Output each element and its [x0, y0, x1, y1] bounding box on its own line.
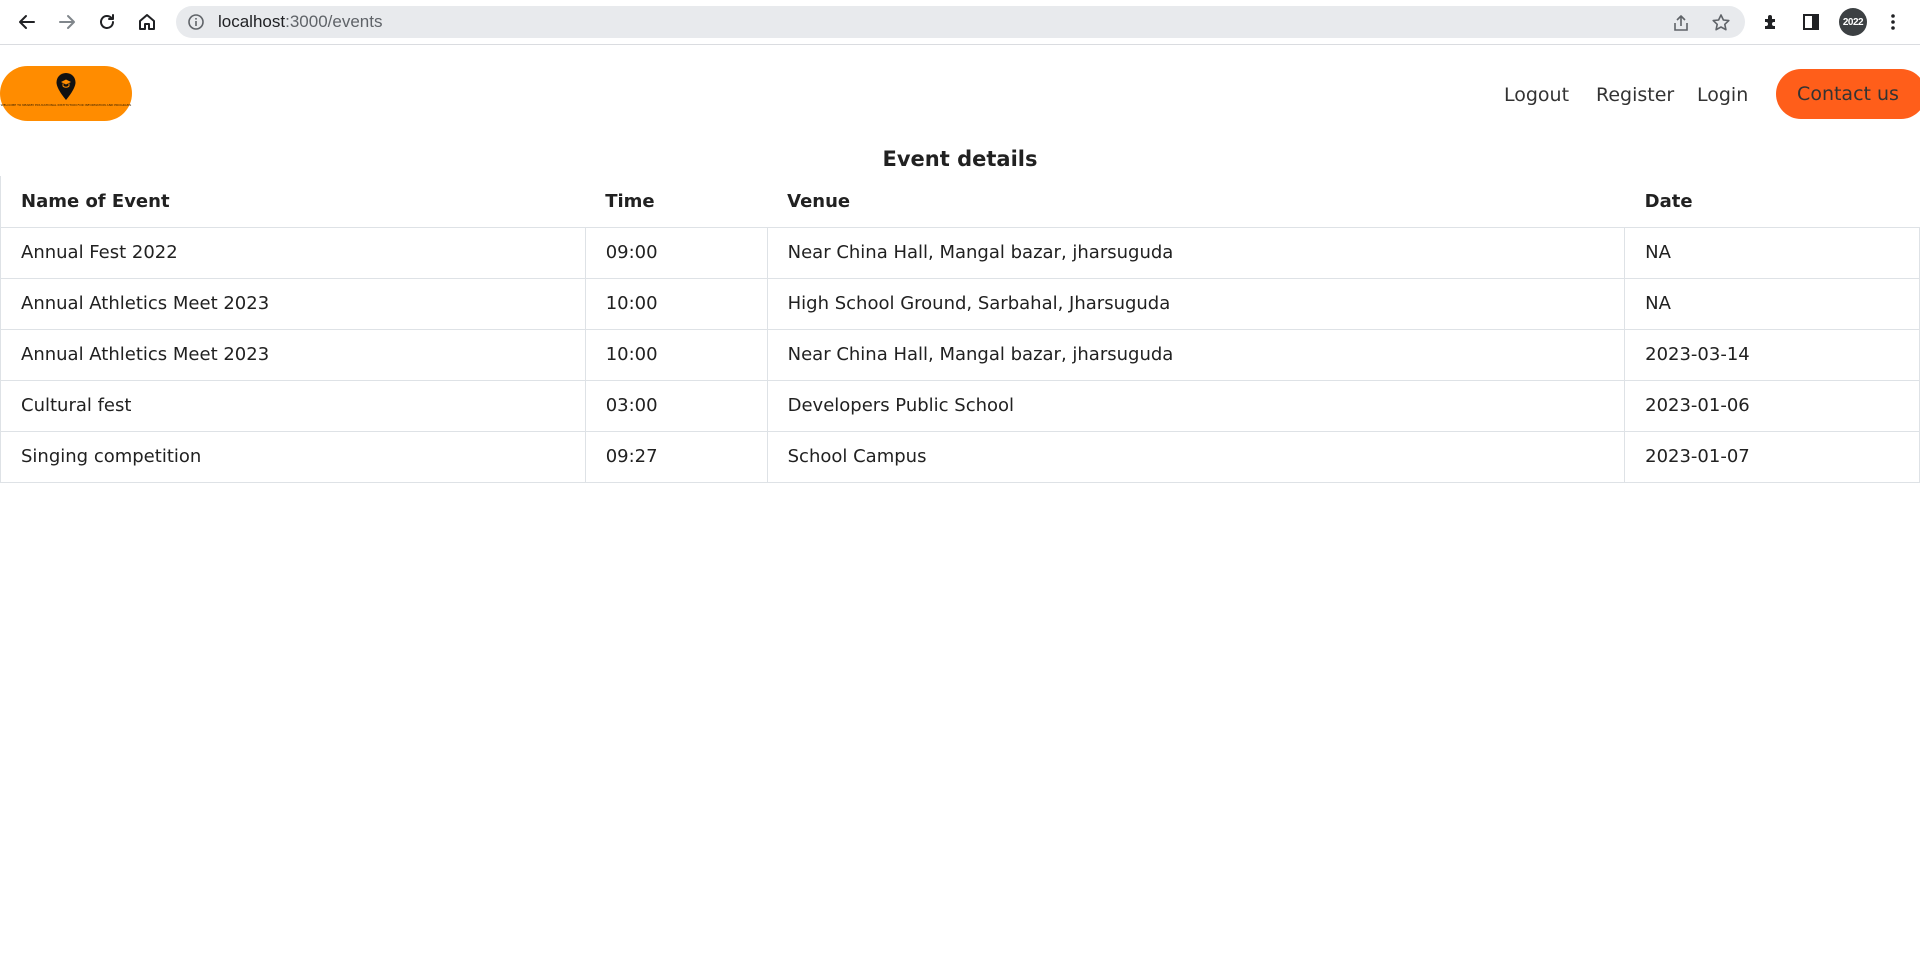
home-icon[interactable]	[133, 8, 161, 36]
share-icon[interactable]	[1671, 13, 1691, 33]
back-icon[interactable]	[13, 8, 41, 36]
column-header-name: Name of Event	[0, 176, 586, 228]
forward-icon[interactable]	[53, 8, 81, 36]
event-venue-cell: Near China Hall, Mangal bazar, jharsugud…	[766, 328, 1626, 381]
event-name-cell: Annual Fest 2022	[0, 226, 586, 279]
event-name-cell: Annual Athletics Meet 2023	[0, 328, 586, 381]
profile-avatar[interactable]: 2022	[1839, 8, 1867, 36]
address-bar[interactable]: localhost:3000/events	[176, 6, 1745, 38]
event-venue-cell: High School Ground, Sarbahal, Jharsuguda	[766, 277, 1626, 330]
register-link[interactable]: Register	[1596, 83, 1674, 107]
reload-icon[interactable]	[93, 8, 121, 36]
login-link[interactable]: Login	[1697, 83, 1748, 107]
event-venue-cell: School Campus	[766, 430, 1626, 483]
star-icon[interactable]	[1711, 13, 1731, 33]
contact-us-button[interactable]: Contact us	[1776, 69, 1920, 119]
page-title: Event details	[882, 147, 1038, 171]
column-header-time: Time	[585, 176, 768, 228]
table-row: Annual Fest 2022 09:00 Near China Hall, …	[0, 226, 1920, 279]
event-date-cell: 2023-03-14	[1624, 328, 1920, 381]
url-text[interactable]: localhost:3000/events	[218, 13, 382, 31]
event-time-cell: 10:00	[584, 277, 768, 330]
side-panel-icon[interactable]	[1799, 10, 1823, 34]
event-venue-cell: Developers Public School	[766, 379, 1626, 432]
event-time-cell: 09:00	[584, 226, 768, 279]
event-date-cell: 2023-01-06	[1624, 379, 1920, 432]
event-name-cell: Singing competition	[0, 430, 586, 483]
column-header-venue: Venue	[767, 176, 1625, 228]
event-date-cell: NA	[1624, 226, 1920, 279]
table-row: Annual Athletics Meet 2023 10:00 Near Ch…	[0, 328, 1920, 381]
events-table: Name of Event Time Venue Date Annual Fes…	[0, 176, 1920, 483]
menu-icon[interactable]	[1881, 10, 1905, 34]
event-time-cell: 10:00	[584, 328, 768, 381]
url-host: localhost	[218, 12, 286, 31]
table-row: Singing competition 09:27 School Campus …	[0, 430, 1920, 483]
event-date-cell: NA	[1624, 277, 1920, 330]
event-name-cell: Annual Athletics Meet 2023	[0, 277, 586, 330]
event-venue-cell: Near China Hall, Mangal bazar, jharsugud…	[766, 226, 1626, 279]
url-path: :3000/events	[285, 12, 383, 31]
event-name-cell: Cultural fest	[0, 379, 586, 432]
event-time-cell: 09:27	[584, 430, 768, 483]
column-header-date: Date	[1624, 176, 1920, 228]
table-header-row: Name of Event Time Venue Date	[0, 176, 1920, 228]
table-row: Annual Athletics Meet 2023 10:00 High Sc…	[0, 277, 1920, 330]
logout-link[interactable]: Logout	[1504, 83, 1569, 107]
extensions-icon[interactable]	[1759, 10, 1783, 34]
table-row: Cultural fest 03:00 Developers Public Sc…	[0, 379, 1920, 432]
event-time-cell: 03:00	[584, 379, 768, 432]
logo-tagline: WELCOME TO NEARBY EDUCATIONAL INSTITUTIO…	[0, 103, 132, 107]
event-date-cell: 2023-01-07	[1624, 430, 1920, 483]
info-icon[interactable]	[187, 13, 205, 31]
map-pin-icon	[56, 73, 76, 100]
browser-toolbar: localhost:3000/events 2022	[0, 0, 1920, 45]
site-logo[interactable]: WELCOME TO NEARBY EDUCATIONAL INSTITUTIO…	[0, 66, 132, 121]
